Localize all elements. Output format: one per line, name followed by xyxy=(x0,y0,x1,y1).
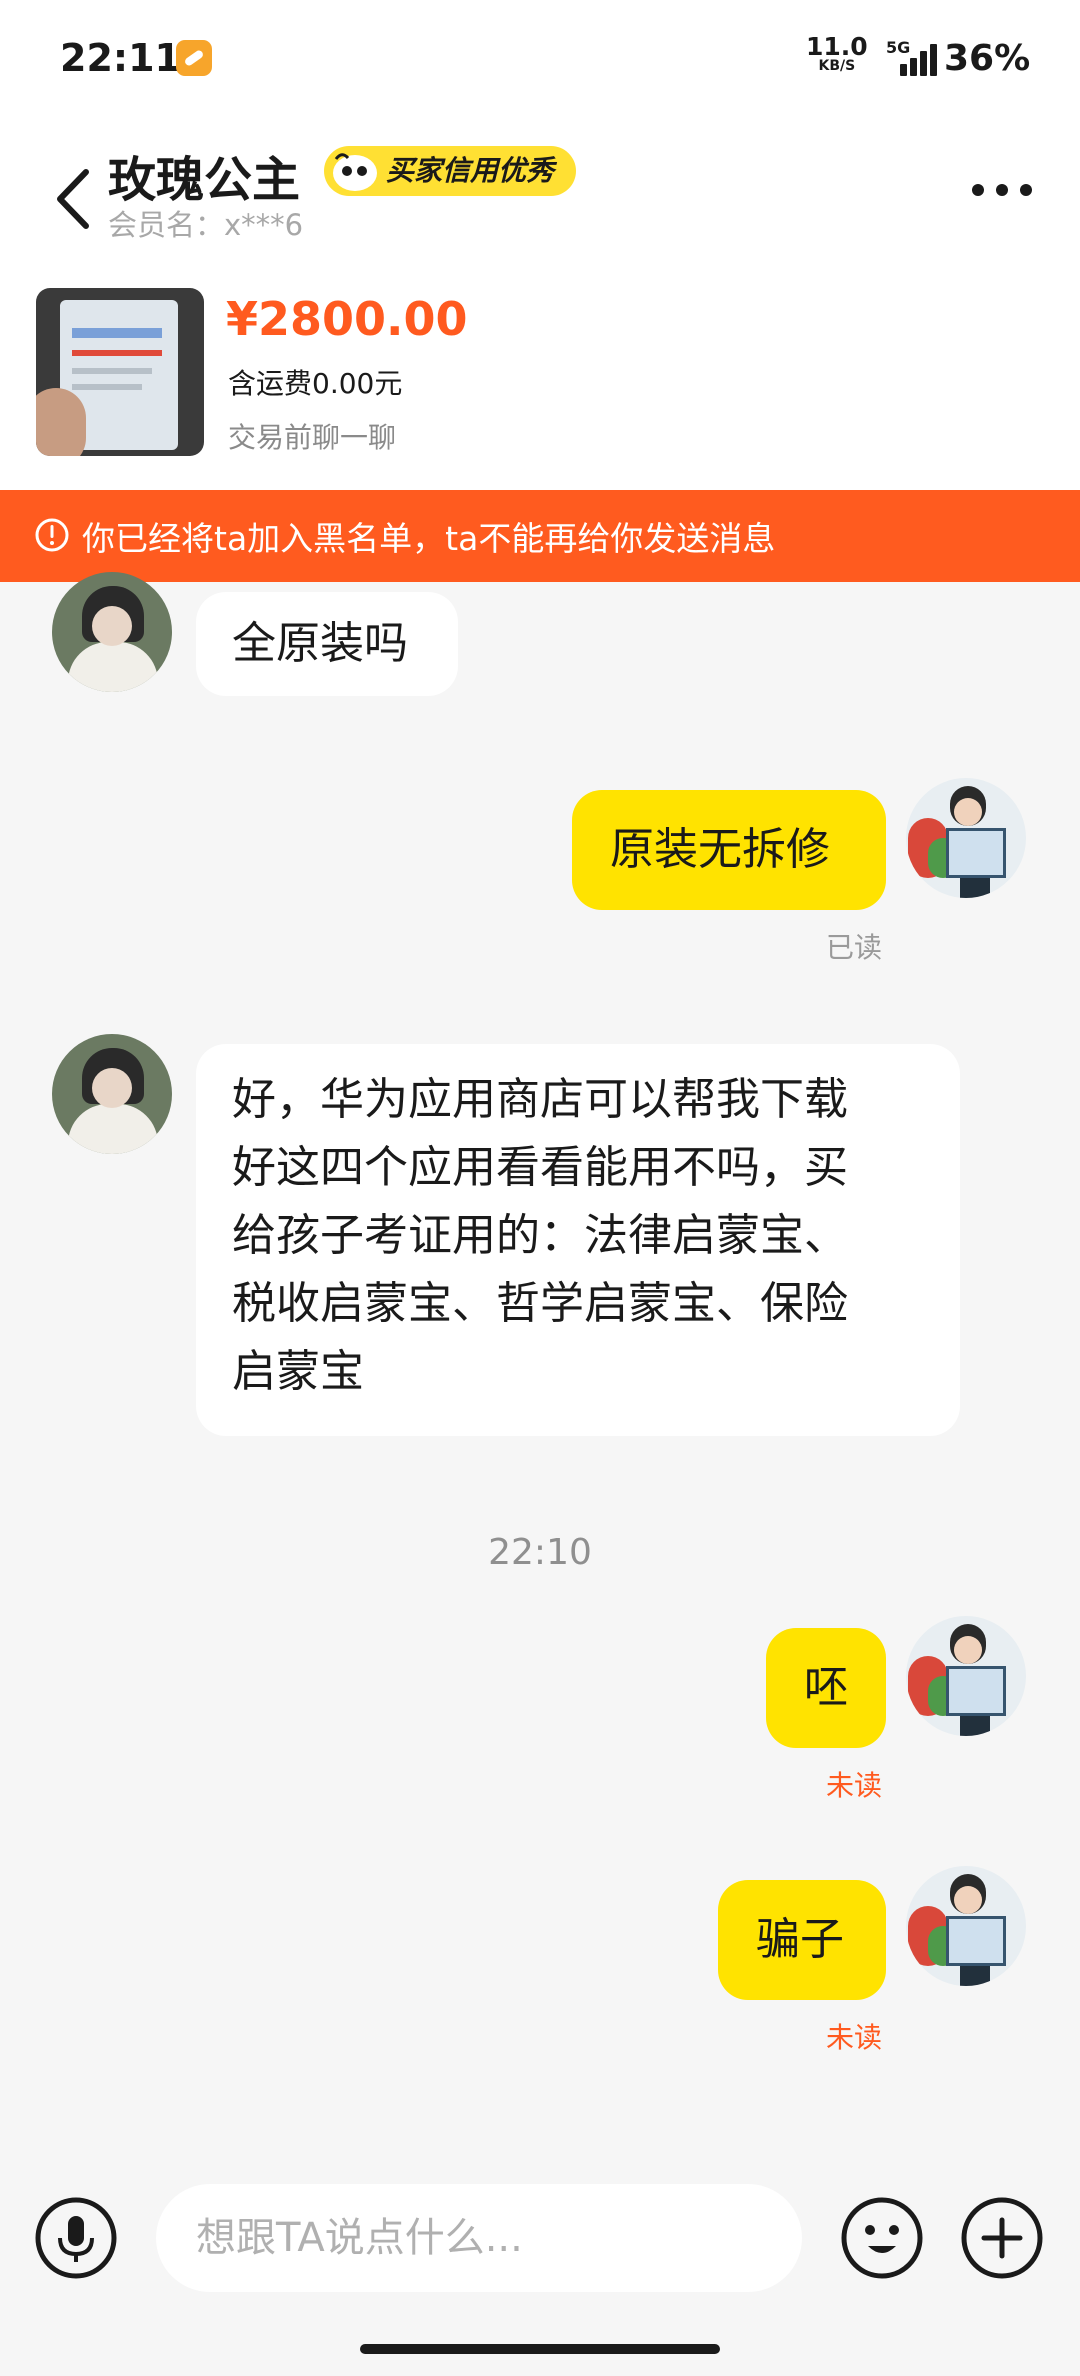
contact-avatar[interactable] xyxy=(52,1034,172,1154)
banner-text: 你已经将ta加入黑名单，ta不能再给你发送消息 xyxy=(82,519,776,558)
emoji-smile-icon[interactable] xyxy=(840,2196,924,2280)
xianyu-app-icon xyxy=(176,40,212,76)
credit-badge-label: 买家信用优秀 xyxy=(386,154,555,187)
status-time: 22:11 xyxy=(60,36,181,80)
unread-status: 未读 xyxy=(826,1769,883,1802)
message-line: 给孩子考证用的：法律启蒙宝、 xyxy=(232,1210,848,1261)
message-text: 骗子 xyxy=(756,1914,844,1965)
mascot-icon xyxy=(333,153,377,191)
product-chat-hint: 交易前聊一聊 xyxy=(228,421,397,454)
message-bubble-outgoing[interactable]: 原装无拆修 xyxy=(572,790,886,910)
network-speed-value: 11.0 xyxy=(806,32,868,61)
product-thumbnail[interactable] xyxy=(36,288,204,456)
battery-level: 36% xyxy=(944,38,1031,79)
message-bubble-outgoing[interactable]: 呸 xyxy=(766,1628,886,1748)
my-avatar[interactable] xyxy=(906,778,1026,898)
more-dots-icon[interactable] xyxy=(970,182,1034,198)
message-bubble-incoming[interactable]: 好，华为应用商店可以帮我下载 好这四个应用看看能用不吗，买 给孩子考证用的：法律… xyxy=(196,1044,960,1436)
status-bar: 22:11 11.0 KB/S 5G 36% xyxy=(0,0,1080,120)
read-status: 已读 xyxy=(826,931,883,964)
time-divider: 22:10 xyxy=(488,1532,592,1573)
member-name: 会员名：x***6 xyxy=(108,208,304,242)
network-speed: 11.0 KB/S xyxy=(806,34,868,74)
microphone-icon[interactable] xyxy=(34,2196,118,2280)
plus-circle-icon[interactable] xyxy=(960,2196,1044,2280)
product-price: ¥2800.00 xyxy=(226,292,468,346)
message-text: 呸 xyxy=(804,1662,848,1713)
message-text: 全原装吗 xyxy=(232,618,408,669)
signal-icon xyxy=(900,44,942,76)
unread-status: 未读 xyxy=(826,2021,883,2054)
home-indicator[interactable] xyxy=(360,2344,720,2354)
alert-circle-icon xyxy=(35,518,69,552)
product-card[interactable]: ¥2800.00 含运费0.00元 交易前聊一聊 xyxy=(0,270,1080,490)
my-avatar[interactable] xyxy=(906,1616,1026,1736)
chat-header: 玫瑰公主 买家信用优秀 会员名：x***6 xyxy=(0,120,1080,270)
chevron-left-icon[interactable] xyxy=(50,164,98,234)
message-line: 好，华为应用商店可以帮我下载 xyxy=(232,1074,848,1125)
message-bubble-outgoing[interactable]: 骗子 xyxy=(718,1880,886,2000)
blacklist-banner: 你已经将ta加入黑名单，ta不能再给你发送消息 xyxy=(0,490,1080,582)
message-text: 原装无拆修 xyxy=(610,824,830,875)
input-bar xyxy=(0,2160,1080,2376)
message-bubble-incoming[interactable]: 全原装吗 xyxy=(196,592,458,696)
my-avatar[interactable] xyxy=(906,1866,1026,1986)
message-line: 启蒙宝 xyxy=(232,1346,364,1397)
product-shipping: 含运费0.00元 xyxy=(228,367,403,400)
message-input[interactable] xyxy=(156,2184,802,2292)
contact-avatar[interactable] xyxy=(52,572,172,692)
credit-badge: 买家信用优秀 xyxy=(324,146,577,196)
contact-name[interactable]: 玫瑰公主 xyxy=(108,140,300,210)
message-line: 税收启蒙宝、哲学启蒙宝、保险 xyxy=(232,1278,848,1329)
message-line: 好这四个应用看看能用不吗，买 xyxy=(232,1142,848,1193)
